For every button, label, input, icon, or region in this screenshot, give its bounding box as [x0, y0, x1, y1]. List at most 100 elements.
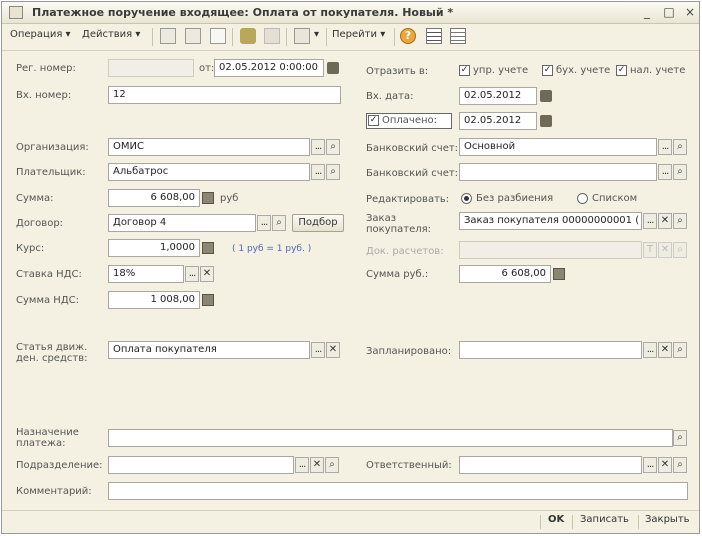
toolbar-separator — [232, 28, 233, 46]
org-select-button[interactable]: ... — [311, 139, 325, 155]
sum-field[interactable]: 6 608,00 — [108, 189, 200, 207]
calendar-icon[interactable] — [540, 115, 552, 127]
bank-account-select-button[interactable]: ... — [658, 139, 672, 155]
ok-button[interactable]: OK — [548, 514, 564, 525]
clear-icon[interactable]: ✕ — [326, 342, 340, 358]
contract-select-button[interactable]: ... — [257, 215, 271, 231]
clear-icon: ✕ — [658, 242, 672, 258]
payer-bank-label: Банковский счет: — [366, 168, 459, 179]
reflect-acc-checkbox[interactable]: ✓ — [542, 65, 553, 76]
in-date-field[interactable]: 02.05.2012 — [459, 87, 537, 105]
planned-select-button[interactable]: ... — [643, 342, 657, 358]
search-icon[interactable]: ⌕ — [673, 139, 687, 155]
search-icon[interactable]: ⌕ — [325, 457, 339, 473]
calculator-icon[interactable] — [202, 242, 214, 254]
edit-whole-radio[interactable] — [461, 193, 472, 204]
purpose-field[interactable] — [108, 429, 673, 447]
search-icon[interactable]: ⌕ — [673, 457, 687, 473]
payer-bank-select-button[interactable]: ... — [658, 164, 672, 180]
reflect-mgmt-checkbox[interactable]: ✓ — [459, 65, 470, 76]
search-icon[interactable]: ⌕ — [673, 213, 687, 229]
vat-rate-select-button[interactable]: ... — [185, 266, 199, 282]
paid-date-field[interactable]: 02.05.2012 — [459, 112, 537, 130]
docs-icon[interactable] — [185, 28, 201, 44]
in-number-field[interactable]: 12 — [108, 86, 341, 104]
maximize-icon[interactable]: □ — [662, 5, 676, 19]
clear-icon[interactable]: ✕ — [310, 457, 324, 473]
help-icon[interactable]: ? — [400, 28, 416, 44]
order-field[interactable]: Заказ покупателя 00000000001 ( — [459, 212, 642, 230]
sum-rub-field[interactable]: 6 608,00 — [459, 265, 551, 283]
table-icon[interactable] — [450, 28, 466, 44]
paid-checkbox[interactable]: ✓ — [368, 115, 379, 126]
order-select-button[interactable]: ... — [643, 213, 657, 229]
reg-date-field[interactable]: 02.05.2012 0:00:00 — [214, 59, 324, 77]
calculator-icon[interactable] — [553, 268, 565, 280]
document-window: Платежное поручение входящее: Оплата от … — [1, 1, 700, 534]
copy-icon[interactable] — [160, 28, 176, 44]
search-icon[interactable]: ⌕ — [272, 215, 286, 231]
minimize-icon[interactable]: _ — [640, 5, 654, 19]
structure-icon[interactable] — [264, 28, 280, 44]
department-select-button[interactable]: ... — [295, 457, 309, 473]
operation-menu-label: Операция — [10, 29, 63, 40]
comment-field[interactable] — [108, 482, 688, 500]
responsible-label: Ответственный: — [366, 460, 452, 471]
close-button[interactable]: Закрыть — [645, 514, 690, 525]
bottom-bar: OK Записать Закрыть — [2, 510, 699, 533]
clear-icon[interactable]: ✕ — [658, 457, 672, 473]
rate-note-link[interactable]: ( 1 руб = 1 руб. ) — [232, 244, 311, 254]
pick-button[interactable]: Подбор — [292, 214, 344, 232]
page-icon[interactable] — [210, 28, 226, 44]
post-icon[interactable] — [240, 28, 256, 44]
send-dropdown-icon[interactable]: ▾ — [314, 29, 319, 40]
contract-field[interactable]: Договор 4 — [108, 214, 256, 232]
operation-menu[interactable]: Операция ▾ — [10, 29, 71, 40]
reg-number-field[interactable] — [108, 59, 194, 77]
actions-menu[interactable]: Действия ▾ — [82, 29, 140, 40]
settle-doc-label: Док. расчетов: — [366, 246, 444, 257]
search-icon[interactable]: ⌕ — [326, 164, 340, 180]
edit-list-radio[interactable] — [577, 193, 588, 204]
sum-rub-label: Сумма руб.: — [366, 269, 429, 280]
reflect-tax-checkbox[interactable]: ✓ — [616, 65, 627, 76]
planned-field[interactable] — [459, 341, 642, 359]
responsible-field[interactable] — [459, 456, 642, 474]
cashflow-select-button[interactable]: ... — [311, 342, 325, 358]
clear-icon[interactable]: ✕ — [658, 213, 672, 229]
payer-field[interactable]: Альбатрос — [108, 163, 310, 181]
actions-menu-label: Действия — [82, 29, 133, 40]
calculator-icon[interactable] — [202, 192, 214, 204]
order-label: Заказ покупателя: — [366, 213, 432, 235]
journal-icon[interactable] — [426, 28, 442, 44]
purpose-label: Назначение платежа: — [16, 427, 79, 449]
search-icon[interactable]: ⌕ — [673, 430, 687, 446]
rate-label: Курс: — [16, 243, 45, 254]
clear-icon[interactable]: ✕ — [658, 342, 672, 358]
department-field[interactable] — [108, 456, 294, 474]
chevron-down-icon: ▾ — [135, 29, 141, 40]
calendar-icon[interactable] — [540, 90, 552, 102]
rate-field[interactable]: 1,0000 — [108, 239, 200, 257]
search-icon[interactable]: ⌕ — [673, 164, 687, 180]
save-button[interactable]: Записать — [580, 514, 629, 525]
calendar-icon[interactable] — [327, 62, 339, 74]
vat-sum-field[interactable]: 1 008,00 — [108, 291, 200, 309]
calculator-icon[interactable] — [202, 294, 214, 306]
bank-account-field[interactable]: Основной — [459, 138, 657, 156]
send-icon[interactable] — [294, 28, 310, 44]
close-icon[interactable]: × — [683, 5, 697, 19]
clear-icon[interactable]: ✕ — [200, 266, 214, 282]
toolbar-separator — [152, 28, 153, 46]
title-bar[interactable]: Платежное поручение входящее: Оплата от … — [2, 2, 699, 24]
responsible-select-button[interactable]: ... — [643, 457, 657, 473]
search-icon[interactable]: ⌕ — [326, 139, 340, 155]
cashflow-field[interactable]: Оплата покупателя — [108, 341, 310, 359]
payer-bank-field[interactable] — [459, 163, 657, 181]
vat-rate-field[interactable]: 18% — [108, 265, 184, 283]
organization-field[interactable]: ОМИС — [108, 138, 310, 156]
goto-menu[interactable]: Перейти ▾ — [332, 29, 385, 40]
payer-select-button[interactable]: ... — [311, 164, 325, 180]
document-icon — [9, 6, 23, 19]
search-icon[interactable]: ⌕ — [673, 342, 687, 358]
